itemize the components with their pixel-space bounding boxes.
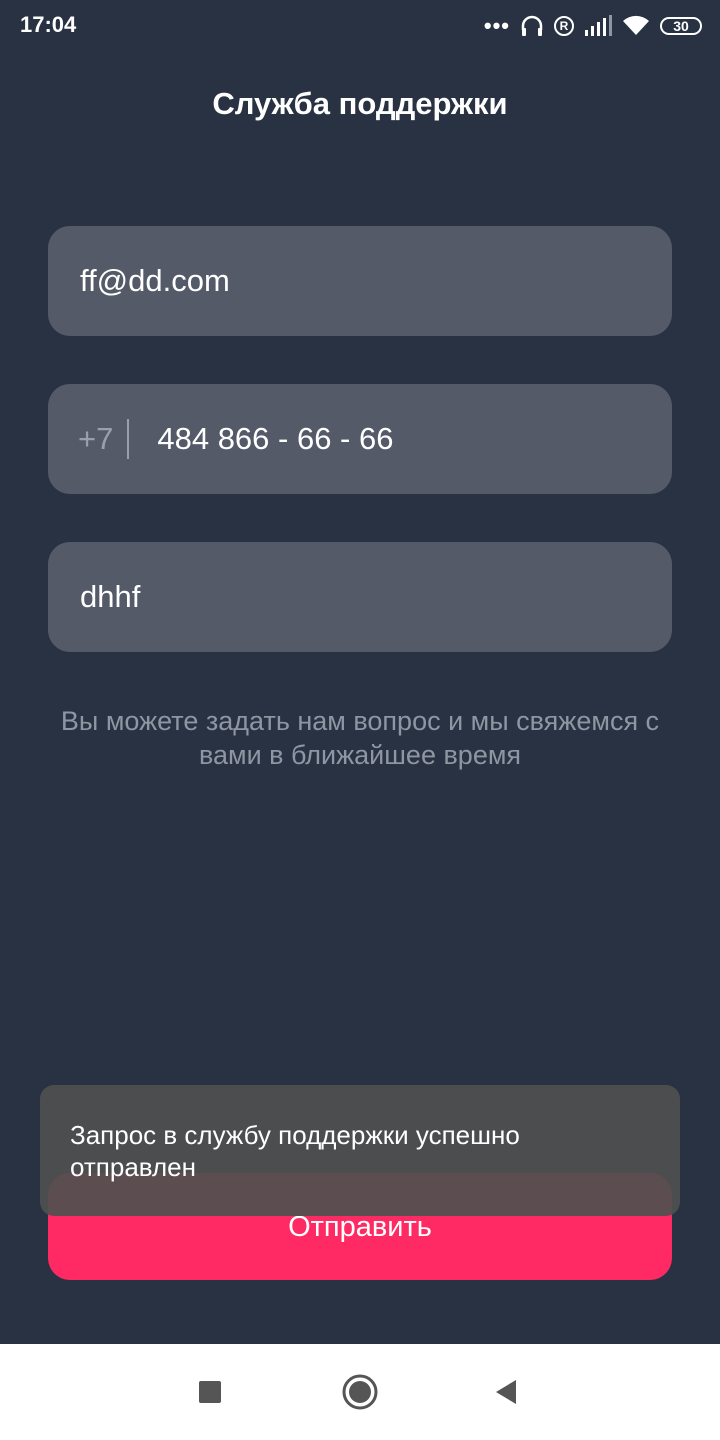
status-bar: 17:04 ••• R 30	[0, 0, 720, 52]
toast-message: Запрос в службу поддержки успешно отправ…	[70, 1120, 520, 1182]
headphones-icon	[520, 14, 544, 38]
phone-field[interactable]: +7 484 866 - 66 - 66	[48, 384, 672, 494]
phone-value: 484 866 - 66 - 66	[157, 421, 394, 456]
success-toast: Запрос в службу поддержки успешно отправ…	[40, 1085, 680, 1216]
phone-prefix: +7	[78, 421, 114, 456]
message-field[interactable]: dhhf	[48, 542, 672, 652]
message-value: dhhf	[80, 579, 141, 614]
status-icons: ••• R 30	[484, 10, 702, 42]
battery-icon: 30	[660, 17, 702, 35]
phone-divider	[127, 419, 130, 459]
recents-square-icon[interactable]	[190, 1372, 230, 1412]
registered-icon: R	[554, 16, 574, 36]
navigation-bar	[0, 1344, 720, 1440]
support-screen: 17:04 ••• R 30 Служба поддержки ff@dd.co…	[0, 0, 720, 1440]
page-title: Служба поддержки	[212, 86, 508, 121]
email-value: ff@dd.com	[80, 263, 230, 298]
helper-text: Вы можете задать нам вопрос и мы свяжемс…	[60, 706, 660, 770]
more-dots-icon: •••	[483, 13, 510, 38]
home-circle-icon[interactable]	[340, 1372, 380, 1412]
status-time: 17:04	[20, 12, 77, 37]
back-triangle-icon[interactable]	[486, 1372, 526, 1412]
wifi-icon	[622, 15, 650, 37]
email-field[interactable]: ff@dd.com	[48, 226, 672, 336]
signal-icon	[584, 15, 612, 37]
